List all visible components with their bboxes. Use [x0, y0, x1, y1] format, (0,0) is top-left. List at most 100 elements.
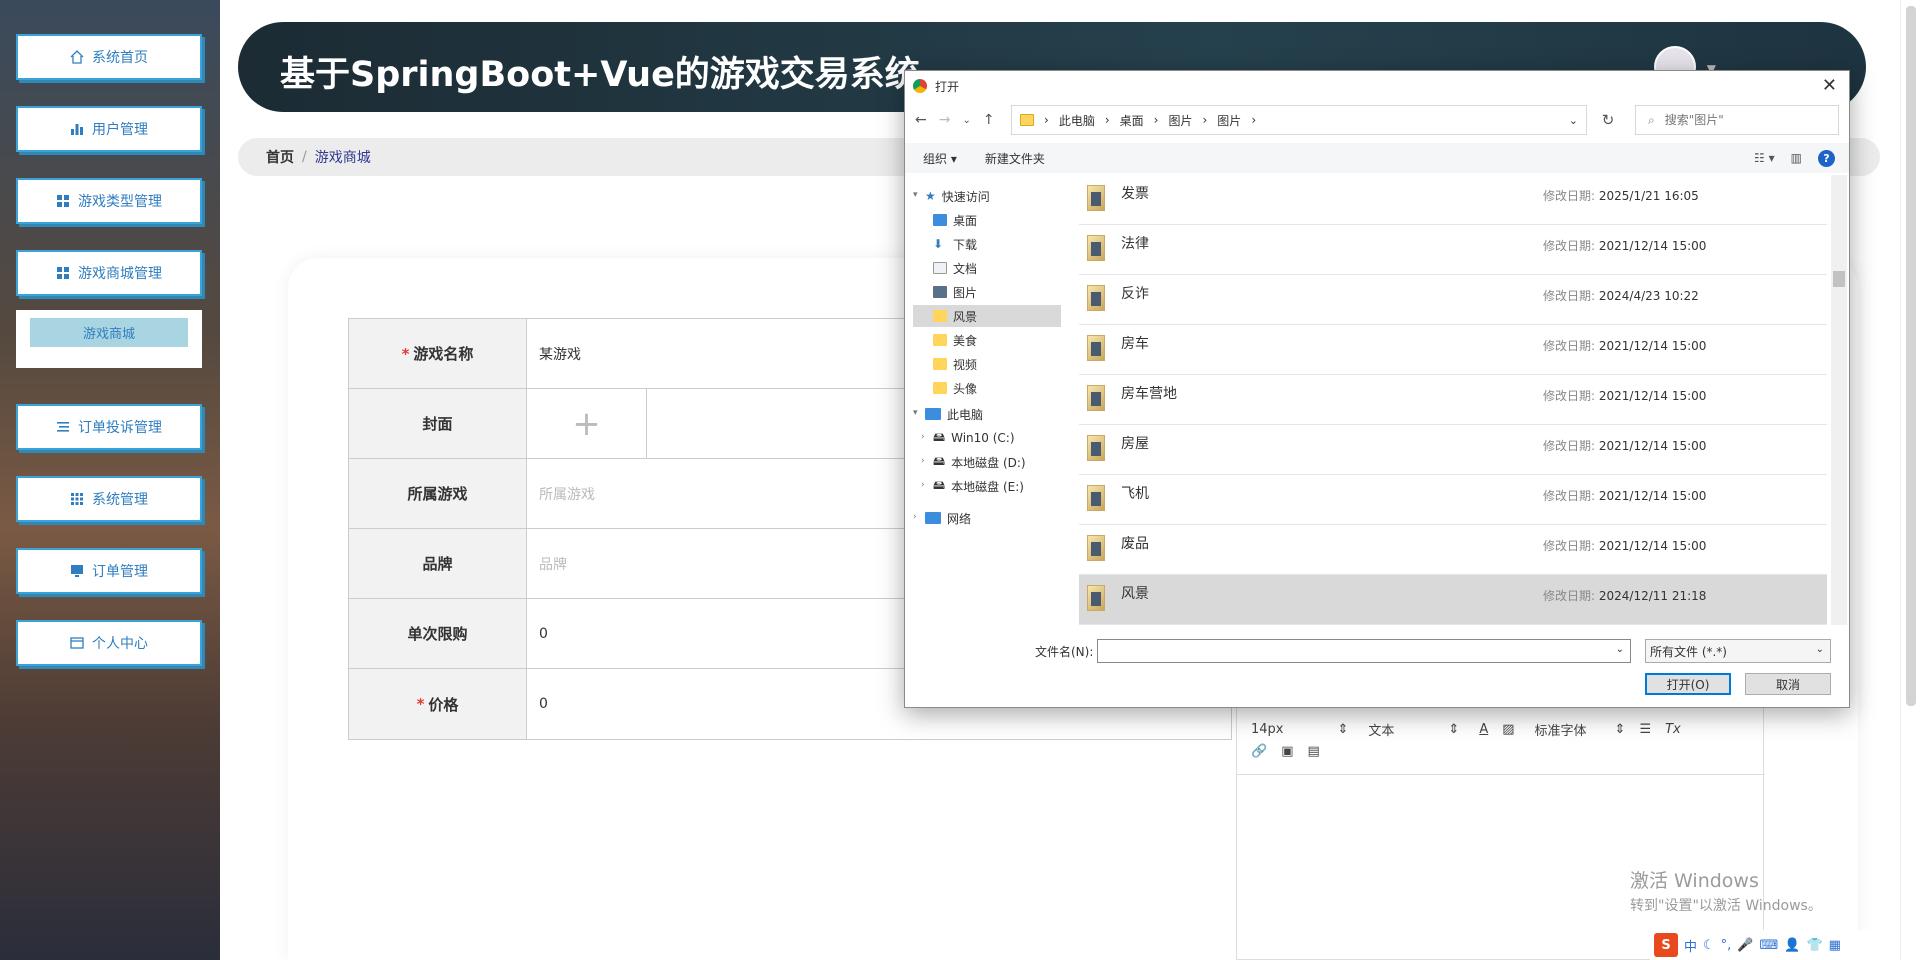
file-row[interactable]: 房屋 修改日期: 2021/12/14 15:00 — [1079, 425, 1827, 475]
chevron-down-icon[interactable]: ▾ — [913, 190, 918, 200]
file-list-scrollbar[interactable] — [1831, 175, 1847, 625]
file-name: 房车营地 — [1121, 386, 1177, 402]
help-icon[interactable]: ? — [1818, 149, 1835, 167]
upload-plus-icon[interactable]: + — [527, 389, 647, 459]
mic-icon[interactable]: 🎤 — [1737, 938, 1753, 953]
apps-icon[interactable]: ▦ — [1829, 938, 1841, 953]
moon-icon[interactable]: ☾ — [1703, 938, 1715, 953]
clear-format-icon[interactable]: Tx — [1665, 722, 1681, 737]
file-row[interactable]: 飞机 修改日期: 2021/12/14 15:00 — [1079, 475, 1827, 525]
file-row[interactable]: 反诈 修改日期: 2024/4/23 10:22 — [1079, 275, 1827, 325]
file-row-selected[interactable]: 风景 修改日期: 2024/12/11 21:18 — [1079, 575, 1827, 625]
tree-item-scenery[interactable]: 风景 — [913, 305, 1061, 327]
font-color-icon[interactable]: A — [1479, 722, 1488, 737]
submenu-item-game-mall[interactable]: 游戏商城 — [30, 318, 188, 347]
file-list-scroll-thumb[interactable] — [1833, 271, 1845, 287]
file-row[interactable]: 房车营地 修改日期: 2021/12/14 15:00 — [1079, 375, 1827, 425]
path-segment[interactable]: 此电脑 — [1059, 112, 1095, 129]
tree-item-desktop[interactable]: 桌面📌 — [933, 209, 1063, 231]
tree-item-food[interactable]: 美食 — [933, 329, 1063, 351]
file-row[interactable]: 发票 修改日期: 2025/1/21 16:05 — [1079, 175, 1827, 225]
refresh-icon[interactable]: ↻ — [1593, 105, 1623, 135]
tree-item-avatars[interactable]: 头像 — [933, 377, 1063, 399]
align-icon[interactable]: ☰ — [1639, 722, 1651, 737]
path-segment[interactable]: 桌面 — [1120, 112, 1144, 129]
address-bar[interactable]: › 此电脑 › 桌面 › 图片 › 图片 › ⌄ — [1011, 105, 1587, 135]
sogou-icon[interactable]: S — [1654, 933, 1678, 957]
file-date: 修改日期: 2021/12/14 15:00 — [1543, 537, 1706, 554]
tree-network[interactable]: 网络 — [925, 507, 1063, 529]
chevron-down-icon[interactable]: ▾ — [913, 408, 918, 418]
date-label: 修改日期: — [1543, 339, 1596, 353]
cancel-button[interactable]: 取消 — [1745, 673, 1831, 695]
breadcrumb-home[interactable]: 首页 — [266, 147, 294, 167]
file-type-select[interactable]: 所有文件 (*.*) ⌄ — [1645, 639, 1831, 663]
preview-pane-icon[interactable]: ▥ — [1791, 151, 1802, 165]
updown-icon[interactable]: ⇕ — [1448, 722, 1459, 737]
folder-icon — [1087, 535, 1105, 561]
file-row[interactable]: 废品 修改日期: 2021/12/14 15:00 — [1079, 525, 1827, 575]
menu-item-profile[interactable]: 个人中心 — [16, 620, 202, 666]
chevron-right-icon[interactable]: › — [913, 512, 917, 522]
required-mark: * — [416, 695, 425, 713]
menu-item-home[interactable]: 系统首页 — [16, 34, 202, 80]
menu-item-game-mall[interactable]: 游戏商城管理 — [16, 250, 202, 296]
page-scrollbar[interactable] — [1900, 0, 1920, 960]
file-row[interactable]: 法律 修改日期: 2021/12/14 15:00 — [1079, 225, 1827, 275]
skin-icon[interactable]: 👕 — [1806, 938, 1822, 953]
menu-item-system[interactable]: 系统管理 — [16, 476, 202, 522]
user-icon[interactable]: 👤 — [1784, 938, 1800, 953]
star-icon: ★ — [925, 189, 936, 203]
ime-mode[interactable]: 中 — [1684, 936, 1697, 955]
tree-drive-d[interactable]: 🖴 本地磁盘 (D:) — [933, 451, 1063, 473]
page-scroll-thumb[interactable] — [1906, 6, 1916, 706]
tree-drive-c[interactable]: 🖴 Win10 (C:) — [933, 427, 1063, 449]
file-name: 法律 — [1121, 236, 1149, 252]
updown-icon[interactable]: ⇕ — [1615, 722, 1626, 737]
updown-icon[interactable]: ⇕ — [1338, 722, 1349, 737]
chevron-right-icon[interactable]: › — [921, 480, 925, 490]
tree-item-pictures[interactable]: 图片📌 — [933, 281, 1063, 303]
chevron-down-icon[interactable]: ⌄ — [1616, 644, 1624, 655]
chevron-right-icon[interactable]: › — [921, 456, 925, 466]
tree-drive-e[interactable]: 🖴 本地磁盘 (E:) — [933, 475, 1063, 497]
tree-item-videos[interactable]: 视频 — [933, 353, 1063, 375]
background-color-icon[interactable]: ▨ — [1502, 722, 1514, 737]
path-segment[interactable]: 图片 — [1168, 112, 1192, 129]
video-icon[interactable]: ▤ — [1307, 744, 1319, 759]
font-size-select[interactable]: 14px — [1251, 722, 1284, 737]
back-arrow-icon[interactable]: ← — [915, 112, 927, 128]
new-folder-button[interactable]: 新建文件夹 — [985, 150, 1045, 167]
file-row[interactable]: 房车 修改日期: 2021/12/14 15:00 — [1079, 325, 1827, 375]
close-icon[interactable]: ✕ — [1822, 75, 1837, 96]
editor-toolbar-row: 14px ⇕ 文本 ⇕ A ▨ 标准字体 ⇕ ☰ Tx — [1251, 720, 1681, 739]
view-options-icon[interactable]: ☷ ▾ — [1754, 151, 1775, 165]
date-label: 修改日期: — [1543, 289, 1596, 303]
tree-quick-access[interactable]: ★ 快速访问 — [925, 185, 1063, 207]
search-input[interactable] — [1664, 113, 1815, 127]
keyboard-icon[interactable]: ⌨ — [1760, 938, 1779, 953]
menu-item-users[interactable]: 用户管理 — [16, 106, 202, 152]
tree-this-pc[interactable]: 此电脑 — [925, 403, 1063, 425]
date-label: 修改日期: — [1543, 589, 1596, 603]
organize-button[interactable]: 组织 ▾ — [923, 150, 957, 167]
forward-arrow-icon[interactable]: → — [939, 112, 951, 128]
tree-item-documents[interactable]: 文档📌 — [933, 257, 1063, 279]
chevron-right-icon[interactable]: › — [921, 432, 925, 442]
filename-input[interactable]: ⌄ — [1097, 639, 1631, 663]
chevron-down-icon[interactable]: ⌄ — [962, 115, 970, 126]
menu-item-complaints[interactable]: 订单投诉管理 — [16, 404, 202, 450]
menu-item-game-types[interactable]: 游戏类型管理 — [16, 178, 202, 224]
path-segment[interactable]: 图片 — [1217, 112, 1241, 129]
up-arrow-icon[interactable]: ↑ — [983, 112, 995, 128]
block-type-select[interactable]: 文本 — [1368, 720, 1394, 739]
chevron-down-icon[interactable]: ⌄ — [1569, 114, 1578, 127]
menu-item-orders[interactable]: 订单管理 — [16, 548, 202, 594]
image-icon[interactable]: ▣ — [1281, 744, 1293, 759]
link-icon[interactable]: 🔗 — [1251, 744, 1267, 759]
dialog-titlebar[interactable]: 打开 ✕ — [905, 71, 1849, 101]
open-button[interactable]: 打开(O) — [1645, 673, 1731, 695]
punctuation-icon[interactable]: °, — [1721, 938, 1732, 953]
font-family-select[interactable]: 标准字体 — [1535, 720, 1587, 739]
tree-item-downloads[interactable]: ⬇下载📌 — [933, 233, 1063, 255]
